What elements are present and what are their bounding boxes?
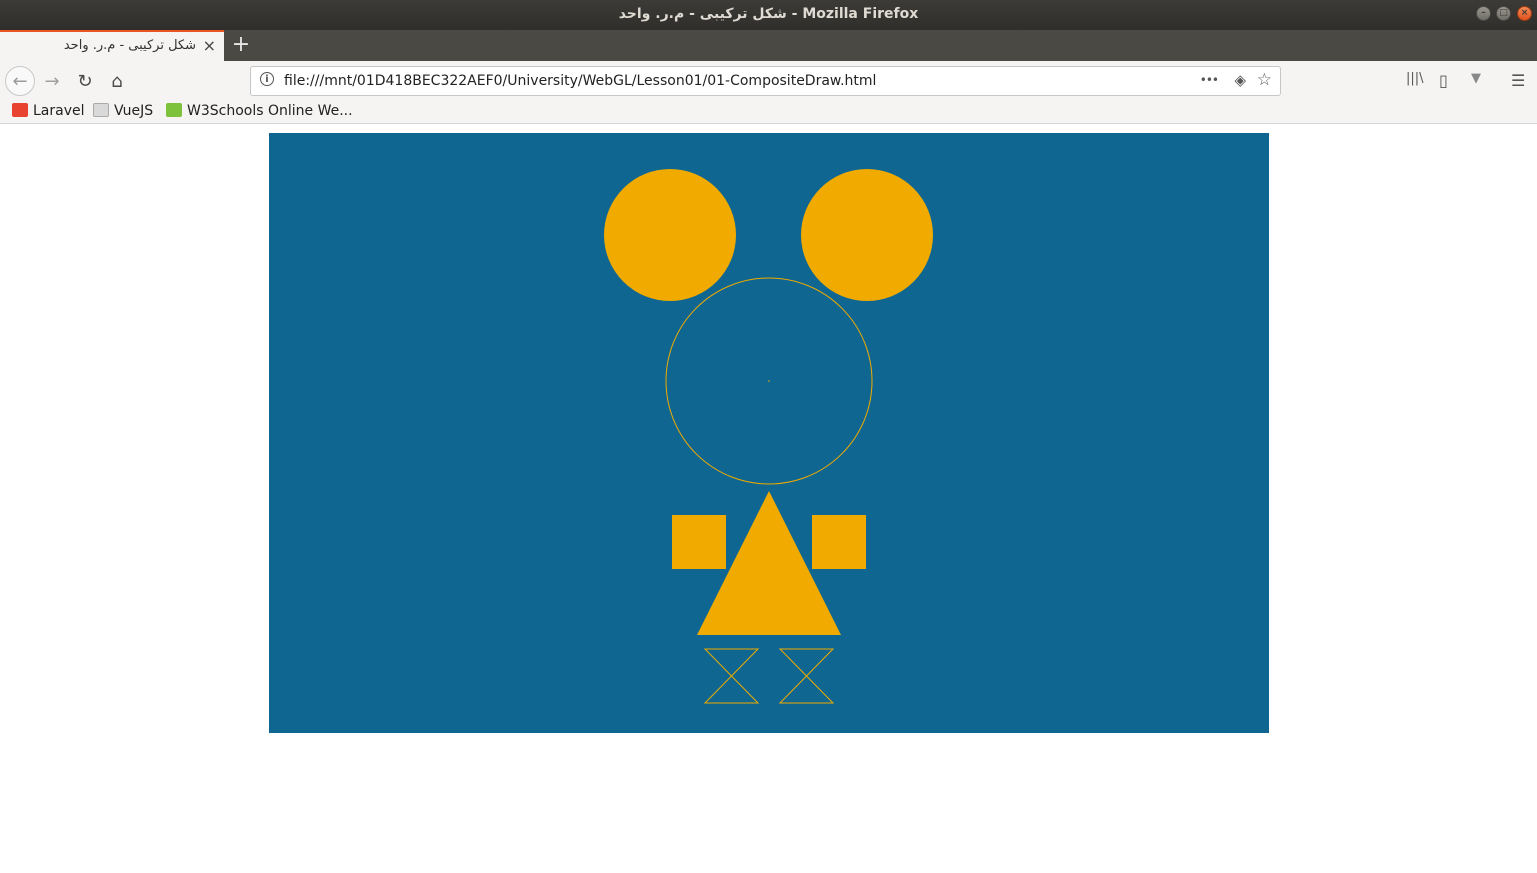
bookmark-w3schools[interactable]: W3Schools Online We... — [166, 103, 353, 119]
composite-drawing — [604, 169, 933, 704]
laravel-icon — [12, 103, 28, 117]
site-info-icon[interactable]: i — [260, 72, 274, 86]
new-tab-button[interactable]: + — [229, 32, 253, 57]
page-actions-icon[interactable]: ••• — [1200, 73, 1219, 87]
right-ear-circle — [801, 169, 933, 301]
bookmark-star-icon[interactable]: ☆ — [1257, 70, 1272, 90]
url-bar[interactable]: i file:///mnt/01D418BEC322AEF0/Universit… — [250, 66, 1281, 96]
reload-button[interactable]: ↻ — [71, 67, 99, 95]
left-hand-square — [672, 515, 726, 569]
menu-icon[interactable]: ☰ — [1511, 71, 1525, 90]
sidebar-icon[interactable]: ▯ — [1439, 71, 1448, 90]
w3schools-icon — [166, 103, 182, 117]
bookmark-vuejs[interactable]: VueJS — [93, 103, 153, 119]
webgl-canvas[interactable] — [269, 133, 1269, 733]
home-button[interactable]: ⌂ — [103, 67, 131, 95]
navigation-toolbar: ← → ↻ ⌂ i file:///mnt/01D418BEC322AEF0/U… — [0, 61, 1537, 100]
window-title: شکل ترکیبی - م.ر. واحد - Mozilla Firefox — [618, 6, 919, 22]
maximize-button[interactable]: □ — [1496, 6, 1511, 21]
minimize-button[interactable]: – — [1476, 6, 1491, 21]
back-button[interactable]: ← — [5, 66, 35, 96]
bookmark-laravel[interactable]: Laravel — [12, 103, 85, 119]
extension-icon[interactable]: ▼ — [1471, 71, 1481, 86]
tab-title: شکل ترکیبی - م.ر. واحد — [63, 38, 196, 53]
right-hand-square — [812, 515, 866, 569]
bookmark-label: W3Schools Online We... — [187, 103, 353, 119]
pocket-icon[interactable]: ◈ — [1234, 71, 1246, 89]
bookmarks-toolbar: Laravel VueJS W3Schools Online We... — [0, 100, 1537, 124]
close-window-button[interactable]: × — [1517, 6, 1532, 21]
bookmark-label: Laravel — [33, 103, 85, 119]
tab-close-icon[interactable]: × — [203, 36, 216, 55]
url-text[interactable]: file:///mnt/01D418BEC322AEF0/University/… — [284, 73, 876, 89]
head-center-dot — [768, 380, 770, 382]
left-foot-hourglass — [703, 648, 760, 704]
library-icon[interactable]: |||\ — [1406, 71, 1424, 86]
bookmark-label: VueJS — [114, 103, 154, 119]
forward-button[interactable]: → — [38, 67, 66, 95]
left-ear-circle — [604, 169, 736, 301]
page-icon — [93, 103, 109, 117]
tab-strip: شکل ترکیبی - م.ر. واحد × + — [0, 30, 1537, 61]
window-title-bar: شکل ترکیبی - م.ر. واحد - Mozilla Firefox… — [0, 0, 1537, 30]
right-foot-hourglass — [778, 648, 835, 704]
tab-active[interactable]: شکل ترکیبی - م.ر. واحد × — [0, 30, 224, 61]
